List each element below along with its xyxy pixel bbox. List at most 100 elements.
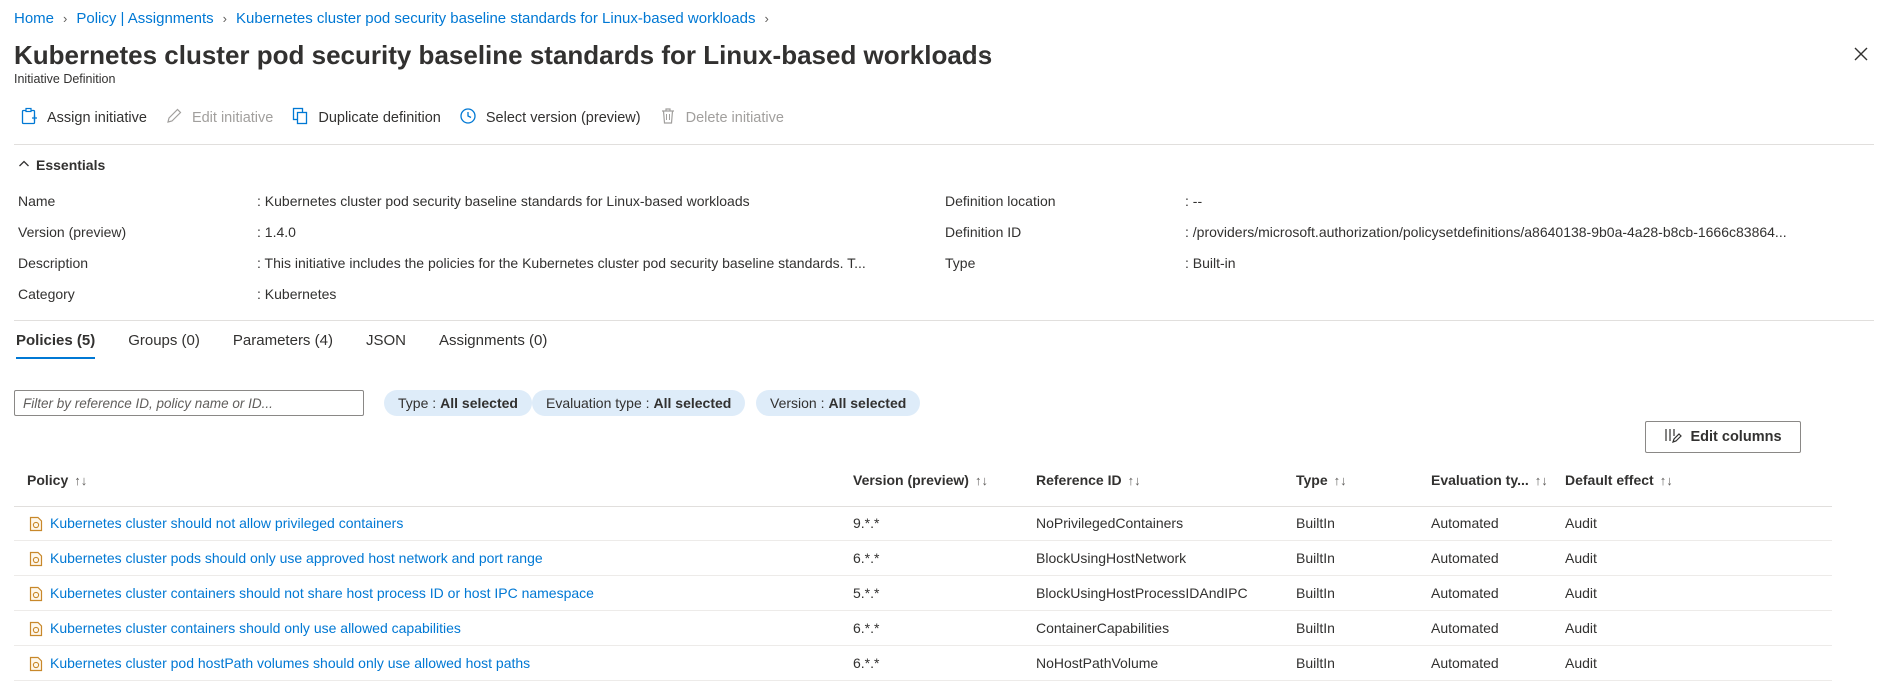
breadcrumb: Home › Policy | Assignments › Kubernetes… (14, 8, 778, 28)
select-version-button[interactable]: Select version (preview) (459, 107, 641, 129)
policy-definition-icon (29, 551, 50, 567)
essentials-name-value: : Kubernetes cluster pod security baseli… (257, 193, 750, 209)
policy-link[interactable]: Kubernetes cluster should not allow priv… (50, 506, 403, 541)
column-header-policy[interactable]: Policy ↑↓ (27, 472, 87, 488)
policy-definition-icon (29, 621, 50, 637)
policy-definition-icon (29, 516, 50, 532)
essentials-description-value: : This initiative includes the policies … (257, 255, 866, 271)
assign-icon (20, 107, 47, 129)
essentials-description-label: Description (18, 255, 89, 271)
page-title: Kubernetes cluster pod security baseline… (14, 40, 993, 70)
toolbar-divider (14, 144, 1874, 145)
policy-link[interactable]: Kubernetes cluster containers should not… (50, 576, 594, 611)
cell-evaluation-type: Automated (1431, 620, 1499, 636)
cell-version: 5.*.* (853, 585, 880, 601)
filter-pill-evaluation-type-value: All selected (653, 395, 732, 411)
essentials-title: Essentials (36, 157, 106, 173)
close-icon[interactable] (1849, 42, 1873, 66)
essentials-version-value: : 1.4.0 (257, 224, 296, 240)
cell-type: BuiltIn (1296, 550, 1335, 566)
essentials-category-value: : Kubernetes (257, 286, 337, 302)
duplicate-definition-button[interactable]: Duplicate definition (291, 107, 441, 129)
duplicate-definition-label: Duplicate definition (318, 110, 441, 126)
page-subtitle: Initiative Definition (14, 72, 116, 86)
command-bar: Assign initiative Edit initiative Duplic… (20, 106, 802, 130)
tab-parameters[interactable]: Parameters (4) (233, 332, 333, 359)
essentials-type-label: Type (945, 255, 976, 271)
table-row: Kubernetes cluster should not allow priv… (14, 506, 1832, 541)
essentials-divider (14, 320, 1874, 321)
edit-initiative-button[interactable]: Edit initiative (165, 107, 273, 129)
cell-type: BuiltIn (1296, 655, 1335, 671)
edit-columns-button[interactable]: Edit columns (1645, 421, 1801, 453)
cell-version: 6.*.* (853, 655, 880, 671)
cell-default-effect: Audit (1565, 620, 1597, 636)
column-header-type[interactable]: Type ↑↓ (1296, 472, 1347, 488)
table-row: Kubernetes cluster pods should only use … (14, 541, 1832, 576)
edit-initiative-label: Edit initiative (191, 110, 274, 126)
cell-policy: Kubernetes cluster should not allow priv… (29, 506, 403, 541)
essentials-toggle[interactable]: Essentials (18, 157, 105, 173)
cell-default-effect: Audit (1565, 585, 1597, 601)
filter-search-input[interactable] (14, 390, 364, 416)
essentials-definition-location-label: Definition location (945, 193, 1056, 209)
essentials-category-label: Category (18, 286, 75, 302)
cell-evaluation-type: Automated (1431, 550, 1499, 566)
pencil-icon (165, 107, 192, 129)
policy-definition-icon (29, 656, 50, 672)
breadcrumb-policy-assignments[interactable]: Policy | Assignments (76, 10, 213, 27)
cell-default-effect: Audit (1565, 550, 1597, 566)
assign-initiative-button[interactable]: Assign initiative (20, 107, 147, 129)
sort-icon: ↑↓ (1127, 472, 1141, 488)
cell-default-effect: Audit (1565, 515, 1597, 531)
table-row: Kubernetes cluster pod hostPath volumes … (14, 646, 1832, 681)
filter-pill-type-key: Type : (398, 395, 437, 411)
sort-icon: ↑↓ (1333, 472, 1347, 488)
chevron-up-icon (18, 157, 36, 173)
tab-policies[interactable]: Policies (5) (16, 332, 96, 359)
cell-evaluation-type: Automated (1431, 655, 1499, 671)
essentials-type-value: : Built-in (1185, 255, 1236, 271)
policy-definition-icon (29, 586, 50, 602)
delete-initiative-label: Delete initiative (685, 110, 784, 126)
essentials-definition-id-label: Definition ID (945, 224, 1022, 240)
cell-evaluation-type: Automated (1431, 585, 1499, 601)
cell-version: 6.*.* (853, 620, 880, 636)
tab-assignments[interactable]: Assignments (0) (439, 332, 547, 359)
duplicate-icon (291, 107, 318, 129)
breadcrumb-home[interactable]: Home (14, 10, 54, 27)
tab-groups[interactable]: Groups (0) (128, 332, 200, 359)
column-header-reference-id[interactable]: Reference ID ↑↓ (1036, 472, 1141, 488)
table-row: Kubernetes cluster containers should onl… (14, 611, 1832, 646)
column-header-version[interactable]: Version (preview) ↑↓ (853, 472, 988, 488)
breadcrumb-current[interactable]: Kubernetes cluster pod security baseline… (236, 10, 755, 27)
column-header-evaluation-type[interactable]: Evaluation ty... ↑↓ (1431, 472, 1548, 488)
cell-type: BuiltIn (1296, 585, 1335, 601)
column-header-default-effect[interactable]: Default effect ↑↓ (1565, 472, 1673, 488)
select-version-label: Select version (preview) (485, 110, 641, 126)
cell-reference-id: BlockUsingHostNetwork (1036, 550, 1187, 566)
filter-pill-version-value: All selected (828, 395, 907, 411)
essentials-definition-location-value: : -- (1185, 193, 1203, 209)
cell-reference-id: BlockUsingHostProcessIDAndIPC (1036, 585, 1248, 601)
cell-version: 6.*.* (853, 550, 880, 566)
trash-icon (659, 107, 686, 129)
delete-initiative-button[interactable]: Delete initiative (659, 107, 784, 129)
chevron-right-icon: › (764, 10, 769, 26)
tab-list: Policies (5) Groups (0) Parameters (4) J… (16, 332, 580, 359)
filter-pill-type[interactable]: Type : All selected (384, 390, 532, 416)
cell-policy: Kubernetes cluster containers should not… (29, 576, 594, 611)
policy-link[interactable]: Kubernetes cluster pods should only use … (50, 541, 543, 576)
more-options-button[interactable]: ··· (972, 44, 993, 65)
policy-link[interactable]: Kubernetes cluster pod hostPath volumes … (50, 646, 530, 681)
filter-pill-version[interactable]: Version : All selected (756, 390, 921, 416)
edit-columns-label: Edit columns (1690, 429, 1782, 445)
cell-reference-id: ContainerCapabilities (1036, 620, 1170, 636)
sort-icon: ↑↓ (974, 472, 988, 488)
sort-icon: ↑↓ (1534, 472, 1548, 488)
assign-initiative-label: Assign initiative (47, 110, 147, 126)
filter-pill-evaluation-type[interactable]: Evaluation type : All selected (532, 390, 746, 416)
edit-columns-icon (1664, 426, 1690, 448)
tab-json[interactable]: JSON (366, 332, 406, 359)
policy-link[interactable]: Kubernetes cluster containers should onl… (50, 611, 461, 646)
